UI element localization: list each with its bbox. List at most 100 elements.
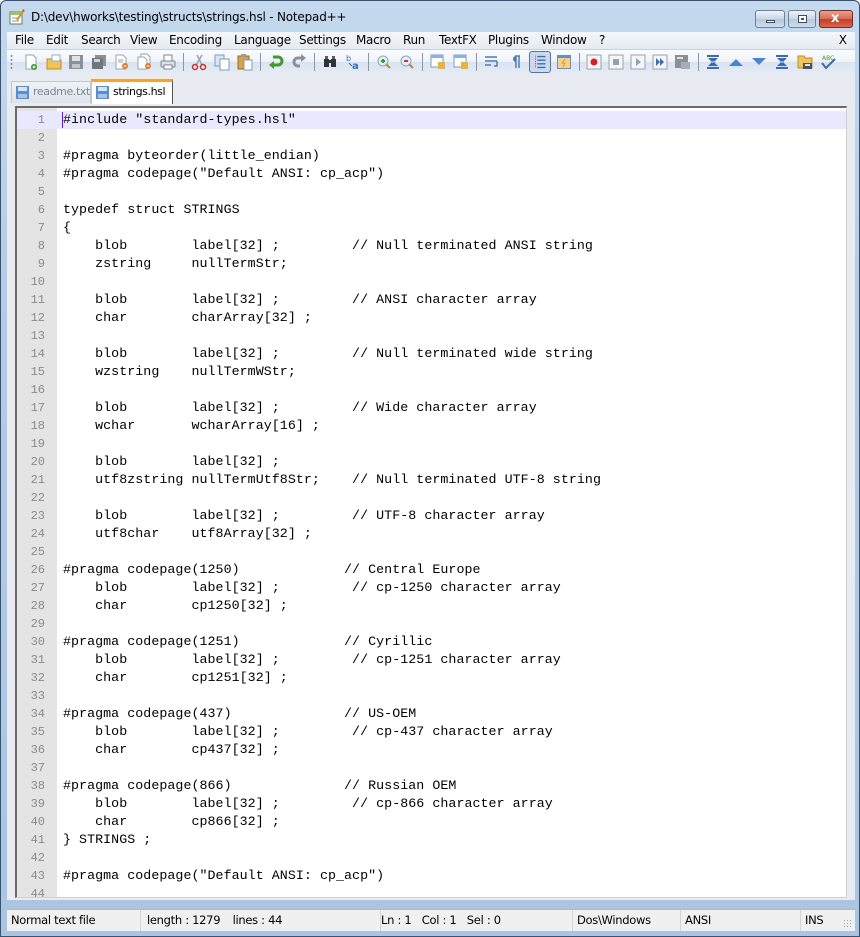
fold-last-icon[interactable] bbox=[773, 53, 791, 71]
code-line[interactable]: 24 utf8char utf8Array[32] ; bbox=[17, 525, 846, 543]
code-line[interactable]: 25 bbox=[17, 543, 846, 561]
code-line[interactable]: 12 char charArray[32] ; bbox=[17, 309, 846, 327]
code-line[interactable]: 1 #include "standard-types.hsl" bbox=[17, 111, 846, 129]
tab-readme-txt[interactable]: readme.txt bbox=[11, 81, 91, 103]
code-line[interactable]: 15 wzstring nullTermWStr; bbox=[17, 363, 846, 381]
word-wrap-icon[interactable] bbox=[483, 53, 501, 71]
close-document-button[interactable]: X bbox=[839, 33, 847, 47]
code-line[interactable]: 28 char cp1250[32] ; bbox=[17, 597, 846, 615]
code-line[interactable]: 44 bbox=[17, 885, 846, 897]
redo-icon[interactable] bbox=[290, 53, 308, 71]
show-all-characters-icon[interactable] bbox=[506, 53, 524, 71]
menu-settings[interactable]: Settings bbox=[299, 33, 346, 47]
document-map-icon[interactable] bbox=[796, 53, 814, 71]
zoom-out-icon[interactable] bbox=[398, 53, 416, 71]
code-line[interactable]: 6 typedef struct STRINGS bbox=[17, 201, 846, 219]
menu-file[interactable]: File bbox=[15, 33, 34, 47]
sync-horizontal-scroll-icon[interactable] bbox=[452, 53, 470, 71]
close-file-icon[interactable] bbox=[113, 53, 131, 71]
print-icon[interactable] bbox=[159, 53, 177, 71]
code-line[interactable]: 4 #pragma codepage("Default ANSI: cp_acp"… bbox=[17, 165, 846, 183]
cut-icon[interactable] bbox=[190, 53, 208, 71]
macro-play-icon[interactable] bbox=[629, 53, 647, 71]
code-line[interactable]: 16 bbox=[17, 381, 846, 399]
code-line[interactable]: 11 blob label[32] ; // ANSI character ar… bbox=[17, 291, 846, 309]
code-line[interactable]: 5 bbox=[17, 183, 846, 201]
sync-vertical-scroll-icon[interactable] bbox=[429, 53, 447, 71]
zoom-in-icon[interactable] bbox=[375, 53, 393, 71]
fold-down-icon[interactable] bbox=[750, 53, 768, 71]
macro-save-icon[interactable] bbox=[673, 53, 691, 71]
tab-strings-hsl[interactable]: strings.hsl bbox=[91, 79, 173, 104]
code-line[interactable]: 37 bbox=[17, 759, 846, 777]
user-defined-language-icon[interactable] bbox=[555, 53, 573, 71]
menu-edit[interactable]: Edit bbox=[46, 33, 68, 47]
code-line[interactable]: 41} STRINGS ; bbox=[17, 831, 846, 849]
code-line[interactable]: 14 blob label[32] ; // Null terminated w… bbox=[17, 345, 846, 363]
fold-first-icon[interactable] bbox=[704, 53, 722, 71]
open-file-icon[interactable] bbox=[45, 53, 63, 71]
code-line[interactable]: 8 blob label[32] ; // Null terminated AN… bbox=[17, 237, 846, 255]
save-all-icon[interactable] bbox=[90, 53, 108, 71]
resize-grip[interactable] bbox=[843, 919, 853, 929]
macro-run-multiple-icon[interactable] bbox=[651, 53, 669, 71]
save-icon[interactable] bbox=[67, 53, 85, 71]
code-line[interactable]: 9 zstring nullTermStr; bbox=[17, 255, 846, 273]
menu-plugins[interactable]: Plugins bbox=[488, 33, 529, 47]
menu-run[interactable]: Run bbox=[403, 33, 425, 47]
menu-help[interactable]: ? bbox=[599, 33, 605, 47]
indent-guide-icon[interactable] bbox=[529, 51, 551, 73]
code-line[interactable]: 38 #pragma codepage(866) // Russian OEM bbox=[17, 777, 846, 795]
menu-view[interactable]: View bbox=[130, 33, 158, 47]
code-line[interactable]: 18 wchar wcharArray[16] ; bbox=[17, 417, 846, 435]
code-line[interactable]: 7{ bbox=[17, 219, 846, 237]
find-icon[interactable] bbox=[321, 53, 339, 71]
code-line[interactable]: 2 bbox=[17, 129, 846, 147]
menu-search[interactable]: Search bbox=[81, 33, 121, 47]
code-line[interactable]: 34 #pragma codepage(437) // US-OEM bbox=[17, 705, 846, 723]
copy-icon[interactable] bbox=[213, 53, 231, 71]
menu-language[interactable]: Language bbox=[234, 33, 291, 47]
code-line[interactable]: 27 blob label[32] ; // cp-1250 character… bbox=[17, 579, 846, 597]
code-line[interactable]: 40 char cp866[32] ; bbox=[17, 813, 846, 831]
code-line[interactable]: 10 bbox=[17, 273, 846, 291]
code-line[interactable]: 32 char cp1251[32] ; bbox=[17, 669, 846, 687]
code-line[interactable]: 22 bbox=[17, 489, 846, 507]
title-bar[interactable]: D:\dev\hworks\testing\structs\strings.hs… bbox=[1, 1, 859, 33]
maximize-button[interactable] bbox=[788, 10, 816, 28]
code-line[interactable]: 3 #pragma byteorder(little_endian) bbox=[17, 147, 846, 165]
code-line[interactable]: 36 char cp437[32] ; bbox=[17, 741, 846, 759]
toolbar-grip-handle[interactable] bbox=[10, 54, 13, 70]
macro-record-icon[interactable] bbox=[585, 53, 603, 71]
replace-icon[interactable]: ba bbox=[344, 53, 362, 71]
code-line[interactable]: 20 blob label[32] ; bbox=[17, 453, 846, 471]
menu-macro[interactable]: Macro bbox=[356, 33, 391, 47]
code-line[interactable]: 23 blob label[32] ; // UTF-8 character a… bbox=[17, 507, 846, 525]
code-line[interactable]: 30 #pragma codepage(1251) // Cyrillic bbox=[17, 633, 846, 651]
menu-textfx[interactable]: TextFX bbox=[439, 33, 477, 47]
fold-up-icon[interactable] bbox=[727, 53, 745, 71]
paste-icon[interactable] bbox=[236, 53, 254, 71]
menu-window[interactable]: Window bbox=[541, 33, 587, 47]
macro-stop-icon[interactable] bbox=[607, 53, 625, 71]
code-line[interactable]: 42 bbox=[17, 849, 846, 867]
code-line[interactable]: 39 blob label[32] ; // cp-866 character … bbox=[17, 795, 846, 813]
code-line[interactable]: 17 blob label[32] ; // Wide character ar… bbox=[17, 399, 846, 417]
code-line[interactable]: 35 blob label[32] ; // cp-437 character … bbox=[17, 723, 846, 741]
code-line[interactable]: 29 bbox=[17, 615, 846, 633]
code-line[interactable]: 26 #pragma codepage(1250) // Central Euro… bbox=[17, 561, 846, 579]
code-line[interactable]: 19 bbox=[17, 435, 846, 453]
new-file-icon[interactable] bbox=[22, 53, 40, 71]
minimize-button[interactable] bbox=[755, 10, 785, 28]
close-window-button[interactable]: x bbox=[819, 10, 853, 28]
undo-icon[interactable] bbox=[267, 53, 285, 71]
code-line[interactable]: 31 blob label[32] ; // cp-1251 character… bbox=[17, 651, 846, 669]
close-all-icon[interactable] bbox=[136, 53, 154, 71]
code-line[interactable]: 13 bbox=[17, 327, 846, 345]
code-line[interactable]: 21 utf8zstring nullTermUtf8Str; // Null … bbox=[17, 471, 846, 489]
text-editor[interactable]: 1 #include "standard-types.hsl" 2 3 #pragma … bbox=[15, 106, 847, 898]
menu-encoding[interactable]: Encoding bbox=[169, 33, 222, 47]
spell-check-icon[interactable]: ABC bbox=[819, 53, 837, 71]
code-line[interactable]: 33 bbox=[17, 687, 846, 705]
code-line[interactable]: 43 #pragma codepage("Default ANSI: cp_acp… bbox=[17, 867, 846, 885]
